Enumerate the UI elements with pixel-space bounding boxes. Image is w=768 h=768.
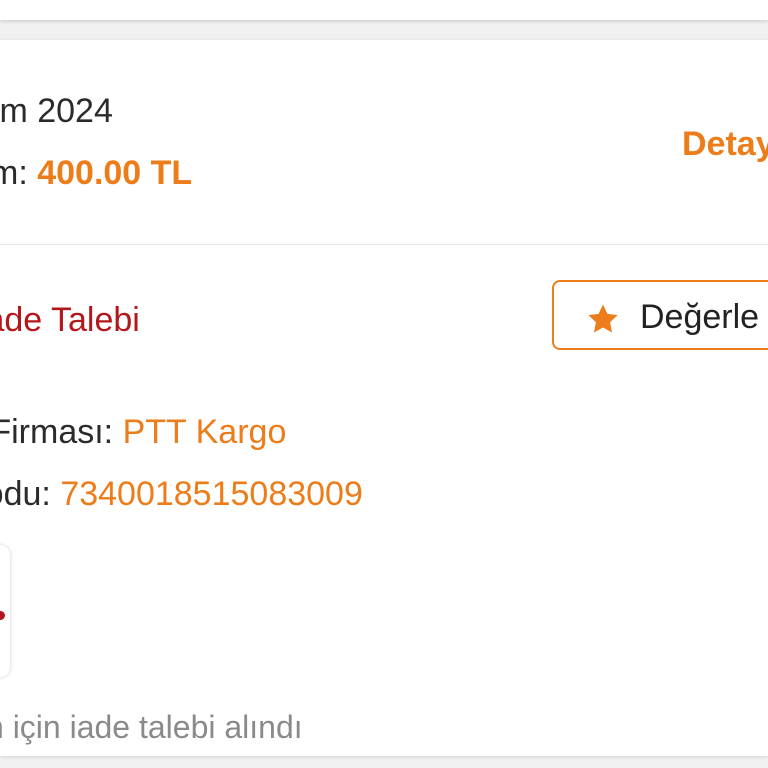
order-details-link[interactable]: Detay (682, 125, 768, 164)
previous-card-edge (0, 0, 768, 20)
star-icon (588, 304, 618, 333)
order-total-label: m: (0, 154, 28, 192)
product-image-detail (0, 611, 5, 620)
product-thumbnail[interactable] (0, 545, 10, 677)
order-date: ım 2024 (0, 92, 113, 130)
tracking-code-value[interactable]: 7340018515083009 (60, 475, 363, 513)
order-total-amount: 400.00 TL (37, 154, 193, 192)
order-summary: ım 2024 m: 400.00 TL Detay (0, 40, 768, 245)
tracking-code-label: Kodu: (0, 475, 51, 513)
shipment-section: İade Talebi Değerle o Firması: PTT Kargo… (0, 245, 768, 756)
order-card: ım 2024 m: 400.00 TL Detay İade Talebi D… (0, 40, 768, 756)
return-note: n için iade talebi alındı (0, 709, 303, 745)
cargo-company-label: o Firması: (0, 413, 114, 451)
rate-button-label: Değerle (640, 298, 760, 336)
rate-button[interactable]: Değerle (552, 280, 768, 350)
tracking-code-row: Kodu: 7340018515083009 (0, 475, 363, 514)
cargo-company-row: o Firması: PTT Kargo (0, 413, 286, 452)
cargo-company-value: PTT Kargo (122, 413, 287, 451)
return-status-title: İade Talebi (0, 301, 140, 339)
order-total: m: 400.00 TL (0, 154, 192, 193)
